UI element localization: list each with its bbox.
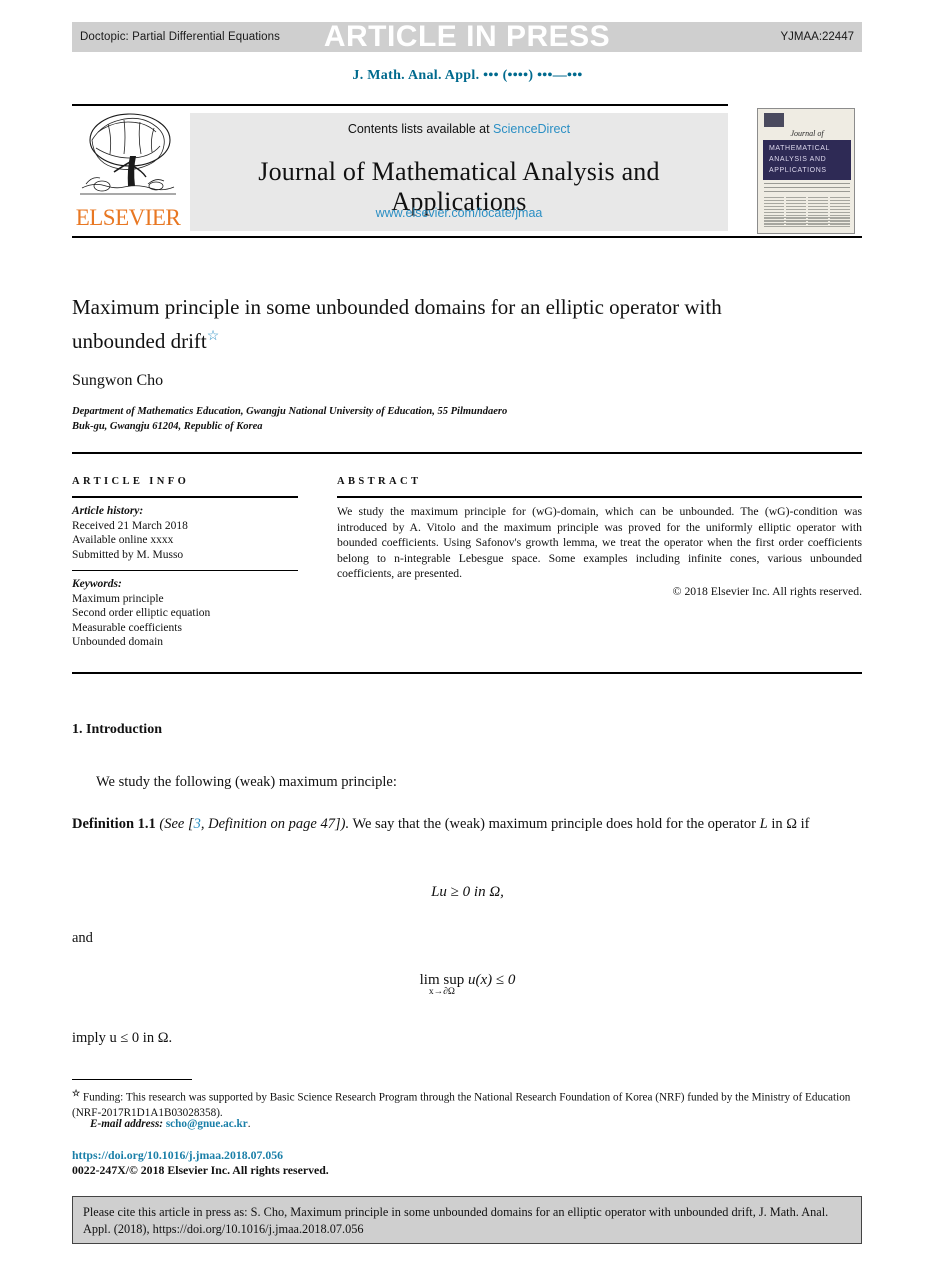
keyword-item: Second order elliptic equation (72, 607, 211, 619)
footnote-separator-rule (72, 1079, 192, 1080)
doi-link[interactable]: https://doi.org/10.1016/j.jmaa.2018.07.0… (72, 1148, 283, 1163)
keyword-item: Unbounded domain (72, 636, 164, 648)
article-info-heading-text: ARTICLE INFO (72, 476, 190, 487)
author-name: Sungwon Cho (72, 372, 164, 389)
cover-publisher-logo (764, 113, 784, 127)
affiliation-line-1: Department of Mathematics Education, Gwa… (72, 406, 508, 417)
article-history-block: Article history: Received 21 March 2018 … (72, 504, 298, 562)
limsup-main: lim sup (419, 972, 465, 989)
cover-text-lines (764, 183, 850, 195)
contents-prefix-text: Contents lists available at (347, 122, 494, 136)
limsup-operator: lim sup x→∂Ω (419, 972, 465, 997)
article-info-column: Article history: Received 21 March 2018 … (72, 496, 298, 650)
elsevier-logo: ELSEVIER (74, 110, 182, 232)
journal-cover-thumbnail: Journal of MATHEMATICAL ANALYSIS AND APP… (757, 108, 855, 234)
cover-title-band: MATHEMATICAL ANALYSIS AND APPLICATIONS (763, 140, 851, 180)
elsevier-tree-icon (78, 110, 178, 202)
equation-limsup: lim sup x→∂Ω u(x) ≤ 0 (0, 972, 935, 997)
funding-footnote: ☆ Funding: This research was supported b… (72, 1086, 862, 1121)
abstract-section-bottom-rule (72, 672, 862, 674)
definition-block: Definition 1.1 (See [3, Definition on pa… (72, 814, 862, 835)
abstract-column: We study the maximum principle for (wG)-… (337, 496, 862, 600)
title-footnote-star-icon[interactable]: ☆ (207, 329, 220, 344)
funding-star-icon: ☆ (72, 1088, 81, 1098)
contents-available-line: Contents lists available at ScienceDirec… (190, 122, 728, 136)
abstract-copyright: © 2018 Elsevier Inc. All rights reserved… (672, 584, 862, 598)
abstract-text: We study the maximum principle for (wG)-… (337, 505, 862, 580)
email-period: . (247, 1118, 251, 1130)
masthead-top-rule (72, 104, 728, 106)
definition-sentence-c: in Ω if (771, 816, 810, 832)
sciencedirect-link[interactable]: ScienceDirect (493, 122, 570, 136)
keywords-block: Keywords: Maximum principle Second order… (72, 577, 298, 650)
history-item: Available online xxxx (72, 534, 174, 546)
journal-homepage-link[interactable]: www.elsevier.com/locate/jmaa (190, 206, 728, 220)
definition-operator-symbol: L (759, 816, 768, 832)
info-rule-2 (72, 570, 298, 571)
equation1-text: Lu ≥ 0 in Ω, (431, 884, 504, 900)
cover-journal-of-text: Journal of (790, 129, 824, 138)
email-footnote: E-mail address: scho@gnue.ac.kr. (90, 1118, 251, 1130)
history-item: Submitted by M. Musso (72, 548, 184, 561)
history-item: Received 21 March 2018 (72, 519, 188, 532)
affiliation-line-2: Buk-gu, Gwangju 61204, Republic of Korea (72, 421, 263, 432)
paper-page: Doctopic: Partial Differential Equations… (0, 0, 935, 1266)
elsevier-wordmark: ELSEVIER (75, 205, 181, 230)
article-title-text: Maximum principle in some unbounded doma… (72, 295, 722, 353)
info-rule-1 (72, 496, 298, 498)
article-history-label: Article history: (72, 505, 144, 517)
funding-footnote-text: Funding: This research was supported by … (72, 1091, 851, 1119)
definition-see-open: (See [ (159, 816, 194, 832)
definition-sentence-b: the operator (686, 816, 756, 832)
abstract-rule (337, 496, 862, 498)
page-title: Maximum principle in some unbounded doma… (72, 292, 772, 356)
email-address-label: E-mail address: (90, 1118, 164, 1130)
masthead-bottom-rule (72, 236, 862, 238)
definition-sentence-a: We say that the (weak) maximum principle… (352, 816, 683, 832)
abstract-heading: ABSTRACT (337, 476, 421, 487)
article-info-heading: ARTICLE INFO (72, 476, 189, 487)
journal-masthead-panel: Contents lists available at ScienceDirec… (190, 113, 728, 231)
abstract-heading-text: ABSTRACT (337, 476, 422, 487)
keyword-item: Measurable coefficients (72, 621, 182, 634)
equation-connector-and: and (72, 930, 93, 946)
intro-paragraph: We study the following (weak) maximum pr… (96, 774, 397, 790)
limsup-subscript: x→∂Ω (428, 987, 455, 998)
cite-this-article-text: Please cite this article in press as: S.… (83, 1205, 829, 1236)
limsup-tail: u(x) ≤ 0 (467, 972, 516, 988)
keywords-label: Keywords: (72, 578, 122, 590)
journal-reference-line: J. Math. Anal. Appl. ••• (••••) •••—••• (352, 68, 583, 83)
email-address-link[interactable]: scho@gnue.ac.kr (166, 1118, 248, 1130)
definition-label: Definition 1.1 (72, 816, 156, 832)
article-number: YJMAA:22447 (780, 31, 854, 43)
cite-this-article-box: Please cite this article in press as: S.… (72, 1196, 862, 1244)
article-in-press-banner: Doctopic: Partial Differential Equations… (72, 22, 862, 52)
equation-lu-geq-zero: Lu ≥ 0 in Ω, (0, 884, 935, 901)
section-heading-introduction: 1. Introduction (72, 722, 162, 737)
issn-copyright-line: 0022-247X/© 2018 Elsevier Inc. All right… (72, 1163, 329, 1177)
author-affiliation: Department of Mathematics Education, Gwa… (72, 404, 772, 434)
info-section-top-rule (72, 452, 862, 454)
definition-see-close: , Definition on page 47]). (200, 816, 350, 832)
equation-imply-statement: imply u ≤ 0 in Ω. (72, 1030, 173, 1046)
keyword-item: Maximum principle (72, 592, 164, 605)
article-in-press-stamp: ARTICLE IN PRESS (323, 20, 611, 53)
citation-reference-link[interactable]: 3 (194, 816, 201, 832)
cover-footer-lines (764, 217, 850, 229)
